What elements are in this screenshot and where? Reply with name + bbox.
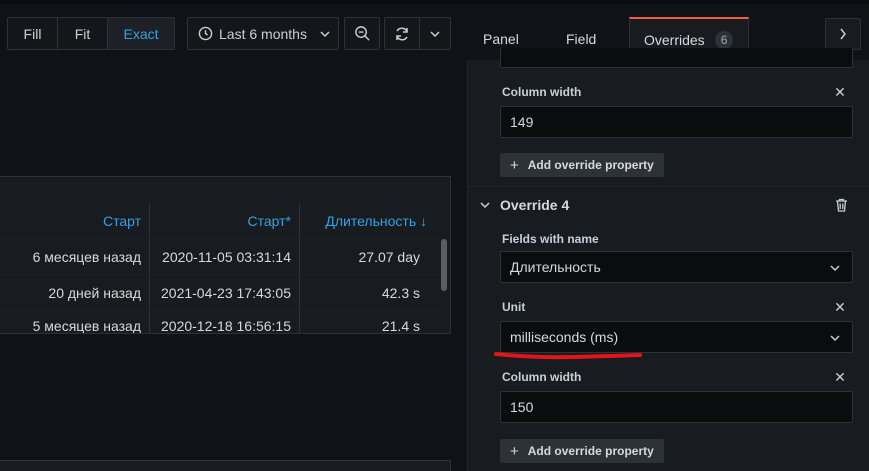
fields-with-name-label: Fields with name (502, 232, 599, 246)
column-width-input[interactable]: 150 (500, 391, 853, 423)
zoom-out-icon (354, 26, 370, 41)
add-override-property-button[interactable]: + Add override property (500, 153, 664, 177)
table-row: 20 дней назад 2021-04-23 17:43:05 42.3 s (0, 274, 440, 310)
prev-column-width-label: Column width (502, 85, 582, 99)
table-panel: Старт Старт* Длительность ↓ 6 месяцев на… (0, 176, 451, 334)
override-4-title: Override 4 (500, 197, 570, 213)
cell-timestamp: 2021-04-23 17:43:05 (150, 275, 300, 310)
add-override-property-label: Add override property (527, 444, 654, 458)
fields-with-name-value: Длительность (510, 259, 601, 275)
chevron-right-icon (840, 28, 846, 40)
previous-property-input[interactable] (500, 48, 853, 68)
column-header-start-alt[interactable]: Старт* (150, 203, 300, 238)
bottom-panel (0, 460, 451, 471)
cell-duration: 21.4 s (381, 318, 420, 334)
refresh-group (384, 17, 451, 50)
table-row: 5 месяцев назад 2020-12-18 16:56:15 21.4… (0, 310, 440, 334)
tab-overrides-label: Overrides (644, 31, 705, 48)
unit-label: Unit (502, 300, 526, 314)
table-scrollbar[interactable] (441, 239, 447, 291)
zoom-mode-group: Fill Fit Exact (7, 17, 175, 50)
overrides-count-badge: 6 (714, 30, 734, 49)
close-icon[interactable]: ✕ (833, 299, 847, 315)
time-range-picker[interactable]: Last 6 months (187, 17, 339, 50)
unit-value: milliseconds (ms) (510, 329, 619, 345)
refresh-icon (396, 26, 408, 41)
cell-duration: 42.3 s (381, 284, 420, 301)
prev-column-width-input[interactable]: 149 (500, 106, 853, 138)
add-override-property-label: Add override property (527, 158, 654, 172)
close-icon[interactable]: ✕ (833, 369, 847, 385)
fit-button[interactable]: Fit (58, 18, 108, 49)
cell-duration: 27.07 day (358, 248, 421, 265)
collapse-pane-button[interactable] (825, 18, 861, 50)
fields-with-name-select[interactable]: Длительность (500, 251, 853, 283)
plus-icon: + (510, 156, 519, 174)
chevron-down-icon (430, 30, 440, 37)
chevron-down-icon (320, 31, 330, 38)
refresh-button[interactable] (385, 18, 421, 49)
chevron-down-icon (830, 265, 840, 272)
red-underline-annotation (494, 352, 642, 360)
trash-icon[interactable] (835, 198, 848, 212)
column-width-label: Column width (502, 370, 582, 384)
close-icon[interactable]: ✕ (833, 84, 847, 100)
override-4-header[interactable]: Override 4 (468, 186, 869, 224)
cell-relative: 20 дней назад (0, 275, 150, 310)
chevron-down-icon (830, 335, 840, 342)
top-border (0, 0, 869, 4)
column-header-start[interactable]: Старт (0, 203, 150, 238)
plus-icon: + (510, 442, 519, 460)
cell-relative: 5 месяцев назад (0, 311, 150, 333)
clock-icon (198, 26, 213, 41)
column-header-duration[interactable]: Длительность ↓ (300, 203, 441, 238)
cell-timestamp: 2020-11-05 03:31:14 (150, 239, 300, 274)
table-header: Старт Старт* Длительность ↓ (0, 203, 450, 238)
fill-button[interactable]: Fill (8, 18, 58, 49)
zoom-out-button[interactable] (344, 17, 380, 50)
refresh-interval-dropdown[interactable] (420, 18, 450, 49)
time-range-label: Last 6 months (219, 25, 307, 42)
add-override-property-button[interactable]: + Add override property (500, 439, 664, 463)
unit-select[interactable]: milliseconds (ms) (500, 321, 853, 353)
exact-button[interactable]: Exact (108, 18, 174, 49)
chevron-down-icon (480, 202, 490, 209)
cell-timestamp: 2020-12-18 16:56:15 (150, 311, 300, 333)
table-row: 6 месяцев назад 2020-11-05 03:31:14 27.0… (0, 238, 440, 274)
cell-relative: 6 месяцев назад (0, 239, 150, 274)
